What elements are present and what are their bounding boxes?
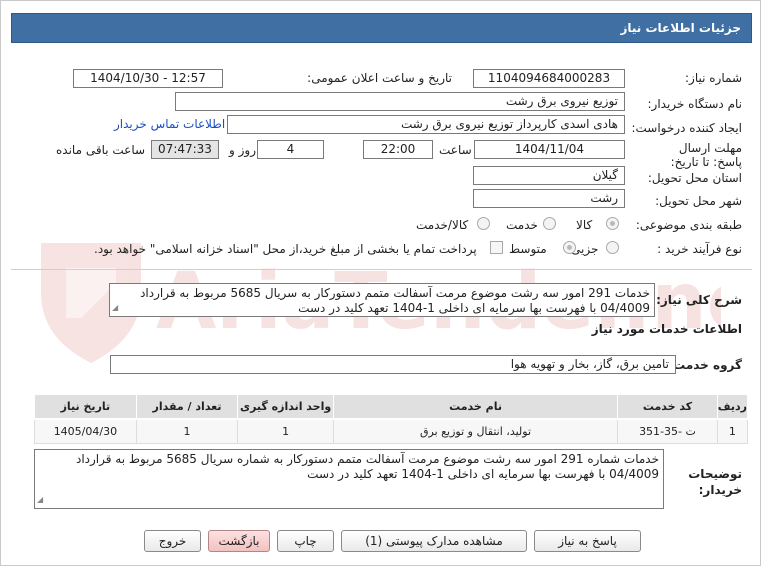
cell-unit: 1 xyxy=(237,418,334,444)
services-section-title: اطلاعات خدمات مورد نیاز xyxy=(591,322,742,336)
treasury-payment-note: پرداخت تمام یا بخشی از مبلغ خرید،از محل … xyxy=(94,242,477,256)
category-radio-service[interactable] xyxy=(543,217,556,230)
deadline-time-label: ساعت xyxy=(439,143,472,157)
col-header-need-date: تاریخ نیاز xyxy=(34,394,137,420)
category-option-goods: کالا xyxy=(576,218,593,232)
page-frame: AriaTender.net جزئیات اطلاعات نیاز شماره… xyxy=(0,0,761,566)
buyer-org-label: نام دستگاه خریدار: xyxy=(647,97,743,111)
table-row: 1 ت -35-351 تولید، انتقال و توزیع برق 1 … xyxy=(34,418,749,444)
back-button[interactable]: بازگشت xyxy=(208,530,270,552)
resize-grip-icon[interactable]: ◢ xyxy=(37,492,43,507)
remaining-time-field: 07:47:33 xyxy=(151,140,219,159)
view-attachments-button[interactable]: مشاهده مدارک پیوستی (1) xyxy=(341,530,527,552)
buyer-org-field: توزیع نیروی برق رشت xyxy=(175,92,625,111)
buyer-contact-link[interactable]: اطلاعات تماس خریدار xyxy=(114,117,225,131)
reply-to-need-button[interactable]: پاسخ به نیاز xyxy=(534,530,641,552)
col-header-service-name: نام خدمت xyxy=(332,394,619,420)
remaining-time-label: ساعت باقی مانده xyxy=(56,143,146,157)
need-number-field: 1104094684000283 xyxy=(473,69,625,88)
description-text: خدمات 291 امور سه رشت موضوع مرمت آسفالت … xyxy=(109,283,655,317)
col-header-row-number: ردیف xyxy=(716,394,749,420)
service-group-field: تامین برق، گاز، بخار و تهویه هوا xyxy=(110,355,676,374)
category-radio-goods[interactable] xyxy=(606,217,619,230)
category-label: طبقه بندی موضوعی: xyxy=(635,218,742,232)
need-number-label: شماره نیاز: xyxy=(685,71,742,85)
service-group-label: گروه خدمت: xyxy=(668,358,742,372)
creator-label: ایجاد کننده درخواست: xyxy=(631,121,742,135)
table-header-row: ردیف کد خدمت نام خدمت واحد اندازه گیری ت… xyxy=(34,394,749,420)
cell-row-number: 1 xyxy=(716,418,749,444)
exit-button[interactable]: خروج xyxy=(144,530,201,552)
city-field: رشت xyxy=(473,189,625,208)
col-header-unit: واحد اندازه گیری xyxy=(237,394,334,420)
resize-grip-icon[interactable]: ◢ xyxy=(112,300,118,315)
col-header-quantity: تعداد / مقدار xyxy=(135,394,239,420)
description-label: شرح کلی نیاز: xyxy=(656,293,742,307)
cell-need-date: 1405/04/30 xyxy=(34,418,137,444)
deadline-time-field: 22:00 xyxy=(363,140,433,159)
cell-service-code: ت -35-351 xyxy=(617,418,718,444)
services-table: ردیف کد خدمت نام خدمت واحد اندازه گیری ت… xyxy=(34,394,749,444)
province-label: استان محل تحویل: xyxy=(647,171,742,185)
purchase-option-medium: متوسط xyxy=(509,242,547,256)
page-title: جزئیات اطلاعات نیاز xyxy=(620,21,741,35)
remaining-days-field: 4 xyxy=(257,140,324,159)
announce-date-label: تاریخ و ساعت اعلان عمومی: xyxy=(307,71,452,85)
cell-quantity: 1 xyxy=(135,418,239,444)
purchase-radio-minor[interactable] xyxy=(606,241,619,254)
buyer-notes-label: توضیحات خریدار: xyxy=(688,467,742,497)
deadline-date-field: 1404/11/04 xyxy=(474,140,625,159)
province-field: گیلان xyxy=(473,166,625,185)
divider xyxy=(11,269,752,270)
buyer-notes-text: خدمات شماره 291 امور سه رشت موضوع مرمت آ… xyxy=(34,449,664,509)
creator-field: هادی اسدی کارپرداز توزیع نیروی برق رشت xyxy=(227,115,625,134)
city-label: شهر محل تحویل: xyxy=(655,194,742,208)
print-button[interactable]: چاپ xyxy=(277,530,334,552)
treasury-payment-checkbox[interactable] xyxy=(490,241,503,254)
category-option-goods-service: کالا/خدمت xyxy=(416,218,469,232)
deadline-label: مهلت ارسال پاسخ: تا تاریخ: xyxy=(670,141,742,169)
cell-service-name: تولید، انتقال و توزیع برق xyxy=(332,418,619,444)
category-radio-goods-service[interactable] xyxy=(477,217,490,230)
purchase-radio-medium[interactable] xyxy=(563,241,576,254)
category-option-service: خدمت xyxy=(506,218,538,232)
purchase-type-label: نوع فرآیند خرید : xyxy=(657,242,742,256)
announce-date-field: 1404/10/30 - 12:57 xyxy=(73,69,223,88)
title-bar: جزئیات اطلاعات نیاز xyxy=(11,13,752,43)
days-label: روز و xyxy=(229,143,256,157)
col-header-service-code: کد خدمت xyxy=(617,394,718,420)
